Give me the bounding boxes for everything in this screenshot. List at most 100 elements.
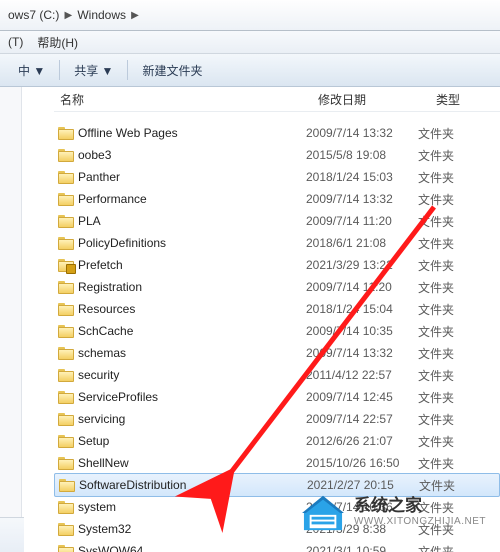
new-folder-button[interactable]: 新建文件夹 — [134, 59, 210, 82]
file-type: 文件夹 — [418, 279, 482, 296]
table-row[interactable]: PLA2009/7/14 11:20文件夹 — [54, 210, 500, 232]
column-header-date[interactable]: 修改日期 — [312, 91, 430, 108]
file-name: schemas — [78, 346, 306, 360]
file-type: 文件夹 — [418, 235, 482, 252]
lock-icon — [66, 264, 76, 274]
file-name: Prefetch — [78, 258, 306, 272]
file-date: 2018/1/24 15:04 — [306, 302, 418, 316]
table-row[interactable]: ShellNew2015/10/26 16:50文件夹 — [54, 452, 500, 474]
chevron-right-icon[interactable]: ▶ — [61, 10, 75, 21]
table-row[interactable]: schemas2009/7/14 13:32文件夹 — [54, 342, 500, 364]
file-date: 2018/1/24 15:03 — [306, 170, 418, 184]
file-date: 2011/4/12 22:57 — [306, 368, 418, 382]
menu-help[interactable]: 帮助(H) — [37, 34, 78, 51]
folder-icon — [58, 149, 74, 162]
file-date: 2021/3/29 13:22 — [306, 258, 418, 272]
folder-icon — [58, 435, 74, 448]
file-name: Panther — [78, 170, 306, 184]
file-date: 2009/7/14 13:32 — [306, 346, 418, 360]
table-row[interactable]: Performance2009/7/14 13:32文件夹 — [54, 188, 500, 210]
table-row[interactable]: oobe32015/5/8 19:08文件夹 — [54, 144, 500, 166]
file-name: System32 — [78, 522, 306, 536]
column-header-type[interactable]: 类型 — [430, 91, 500, 108]
table-row[interactable]: ServiceProfiles2009/7/14 12:45文件夹 — [54, 386, 500, 408]
table-row[interactable]: Panther2018/1/24 15:03文件夹 — [54, 166, 500, 188]
folder-icon — [58, 391, 74, 404]
file-type: 文件夹 — [418, 345, 482, 362]
table-row[interactable] — [54, 112, 500, 122]
folder-icon — [58, 193, 74, 206]
file-name: SchCache — [78, 324, 306, 338]
file-name: PLA — [78, 214, 306, 228]
table-row[interactable]: security2011/4/12 22:57文件夹 — [54, 364, 500, 386]
file-type: 文件夹 — [418, 455, 482, 472]
table-row[interactable]: System322021/3/29 8:38文件夹 — [54, 518, 500, 540]
table-row[interactable]: SchCache2009/7/14 10:35文件夹 — [54, 320, 500, 342]
file-date: 2009/7/14 10:35 — [306, 324, 418, 338]
file-date: 2021/2/27 20:15 — [307, 478, 419, 492]
file-date: 2009/7/14 12:45 — [306, 390, 418, 404]
separator — [59, 60, 60, 80]
file-type: 文件夹 — [418, 257, 482, 274]
breadcrumb-crumb-windows[interactable]: Windows — [75, 0, 128, 30]
folder-icon — [58, 127, 74, 140]
address-bar[interactable]: ows7 (C:) ▶ Windows ▶ — [0, 0, 500, 31]
column-header-name[interactable]: 名称 — [54, 91, 312, 108]
file-date: 2021/3/29 8:38 — [306, 522, 418, 536]
file-type: 文件夹 — [418, 521, 482, 538]
file-type: 文件夹 — [418, 543, 482, 552]
file-type: 文件夹 — [418, 125, 482, 142]
menu-tools[interactable]: (T) — [8, 35, 23, 49]
file-name: PolicyDefinitions — [78, 236, 306, 250]
table-row[interactable]: SysWOW642021/3/1 10:59文件夹 — [54, 540, 500, 552]
folder-icon — [58, 457, 74, 470]
file-type: 文件夹 — [419, 477, 483, 494]
table-row[interactable]: servicing2009/7/14 22:57文件夹 — [54, 408, 500, 430]
share-button[interactable]: 共享 ▼ — [66, 59, 121, 82]
status-bar — [0, 517, 24, 552]
file-type: 文件夹 — [418, 323, 482, 340]
table-row[interactable]: Resources2018/1/24 15:04文件夹 — [54, 298, 500, 320]
folder-icon — [59, 479, 75, 492]
table-row[interactable]: Setup2012/6/26 21:07文件夹 — [54, 430, 500, 452]
file-date: 2015/5/8 19:08 — [306, 148, 418, 162]
table-row[interactable]: PolicyDefinitions2018/6/1 21:08文件夹 — [54, 232, 500, 254]
file-name: Setup — [78, 434, 306, 448]
table-row[interactable]: system2009/7/14 10:36文件夹 — [54, 496, 500, 518]
include-in-library-button[interactable]: 中 ▼ — [10, 59, 53, 82]
table-row[interactable]: SoftwareDistribution2021/2/27 20:15文件夹 — [54, 473, 500, 497]
main-area: 名称 修改日期 类型 Offline Web Pages2009/7/14 13… — [0, 87, 500, 552]
file-date: 2009/7/14 22:57 — [306, 412, 418, 426]
nav-pane[interactable] — [0, 87, 22, 552]
folder-icon — [58, 501, 74, 514]
file-type: 文件夹 — [418, 191, 482, 208]
file-name: servicing — [78, 412, 306, 426]
file-date: 2009/7/14 11:20 — [306, 214, 418, 228]
chevron-right-icon[interactable]: ▶ — [128, 10, 142, 21]
file-name: SysWOW64 — [78, 544, 306, 552]
file-name: security — [78, 368, 306, 382]
file-list[interactable]: 名称 修改日期 类型 Offline Web Pages2009/7/14 13… — [54, 87, 500, 552]
table-row[interactable]: Prefetch2021/3/29 13:22文件夹 — [54, 254, 500, 276]
file-type: 文件夹 — [418, 301, 482, 318]
folder-icon — [58, 237, 74, 250]
file-name: system — [78, 500, 306, 514]
table-row[interactable]: Offline Web Pages2009/7/14 13:32文件夹 — [54, 122, 500, 144]
file-date: 2021/3/1 10:59 — [306, 544, 418, 552]
file-type: 文件夹 — [418, 499, 482, 516]
table-row[interactable]: Registration2009/7/14 11:20文件夹 — [54, 276, 500, 298]
folder-icon — [58, 369, 74, 382]
column-headers[interactable]: 名称 修改日期 类型 — [54, 87, 500, 112]
menu-bar: (T) 帮助(H) — [0, 31, 500, 54]
breadcrumb-crumb-c[interactable]: ows7 (C:) — [6, 0, 61, 30]
file-type: 文件夹 — [418, 411, 482, 428]
command-bar: 中 ▼ 共享 ▼ 新建文件夹 — [0, 54, 500, 87]
file-date: 2018/6/1 21:08 — [306, 236, 418, 250]
file-name: oobe3 — [78, 148, 306, 162]
file-name: SoftwareDistribution — [79, 478, 307, 492]
file-name: Offline Web Pages — [78, 126, 306, 140]
folder-icon — [58, 325, 74, 338]
file-type: 文件夹 — [418, 169, 482, 186]
file-date: 2012/6/26 21:07 — [306, 434, 418, 448]
file-name: Registration — [78, 280, 306, 294]
